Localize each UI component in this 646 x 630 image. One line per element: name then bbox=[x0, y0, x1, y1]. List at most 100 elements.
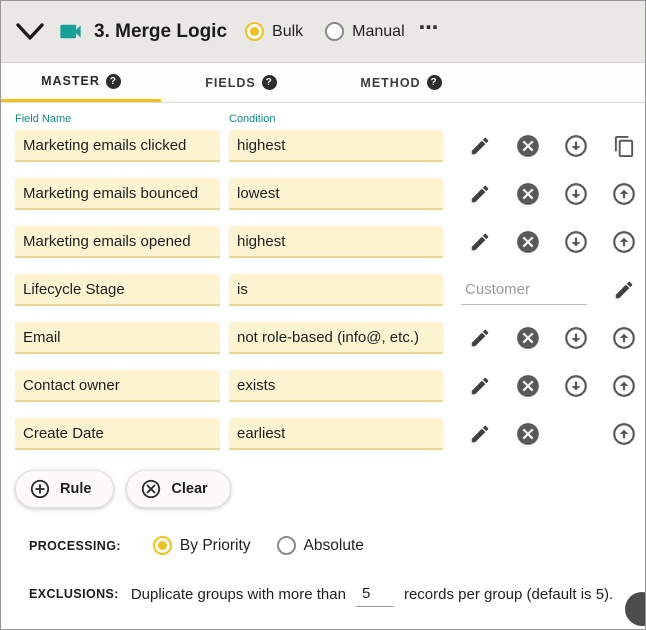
edit-icon[interactable] bbox=[467, 229, 493, 255]
rule-row: Marketing emails clicked highest bbox=[1, 130, 645, 162]
field-value: Lifecycle Stage bbox=[23, 280, 125, 298]
field-input[interactable]: Lifecycle Stage bbox=[15, 274, 220, 306]
help-icon[interactable]: ? bbox=[426, 75, 442, 90]
radio-bulk[interactable] bbox=[245, 22, 265, 41]
move-up-icon[interactable] bbox=[611, 421, 637, 447]
radio-absolute[interactable] bbox=[276, 536, 296, 555]
exclusions-label: EXCLUSIONS: bbox=[29, 587, 119, 601]
remove-icon[interactable] bbox=[515, 325, 541, 351]
remove-icon[interactable] bbox=[515, 373, 541, 399]
radio-manual-label: Manual bbox=[352, 22, 405, 40]
condition-value: exists bbox=[237, 376, 276, 394]
move-up-icon[interactable] bbox=[611, 373, 637, 399]
rule-row: Email not role-based (info@, etc.) bbox=[1, 322, 645, 354]
move-down-icon[interactable] bbox=[563, 325, 589, 351]
radio-manual[interactable] bbox=[325, 22, 345, 41]
condition-value: highest bbox=[237, 136, 286, 154]
merge-logic-panel: 3. Merge Logic Bulk Manual ⋯ MASTER ? FI… bbox=[0, 0, 646, 630]
condition-value: earliest bbox=[237, 424, 286, 442]
panel-header: 3. Merge Logic Bulk Manual ⋯ bbox=[1, 1, 645, 63]
condition-input[interactable]: not role-based (info@, etc.) bbox=[229, 322, 443, 354]
condition-column-header: Condition bbox=[229, 113, 276, 125]
edit-icon[interactable] bbox=[467, 325, 493, 351]
field-input[interactable]: Email bbox=[15, 322, 220, 354]
rules-table: Field Name Condition Marketing emails cl… bbox=[1, 103, 645, 607]
remove-icon[interactable] bbox=[515, 421, 541, 447]
condition-input[interactable]: is bbox=[229, 274, 443, 306]
lifecycle-value-input[interactable]: Customer bbox=[461, 275, 587, 305]
add-rule-button[interactable]: Rule bbox=[15, 470, 115, 508]
processing-label: PROCESSING: bbox=[29, 538, 121, 553]
edge-handle-button[interactable] bbox=[625, 592, 645, 626]
remove-icon[interactable] bbox=[515, 133, 541, 159]
column-headers: Field Name Condition bbox=[1, 113, 645, 125]
field-input[interactable]: Marketing emails bounced bbox=[15, 178, 220, 210]
condition-input[interactable]: highest bbox=[229, 226, 443, 258]
condition-input[interactable]: lowest bbox=[229, 178, 443, 210]
exclusions-row: EXCLUSIONS: Duplicate groups with more t… bbox=[29, 581, 645, 607]
condition-input[interactable]: earliest bbox=[229, 418, 443, 450]
condition-value: lowest bbox=[237, 184, 280, 202]
mode-option-bulk[interactable]: Bulk bbox=[245, 22, 303, 41]
radio-bulk-label: Bulk bbox=[272, 22, 304, 40]
clear-button[interactable]: Clear bbox=[126, 470, 231, 508]
field-value: Marketing emails bounced bbox=[23, 184, 199, 202]
tab-fields[interactable]: FIELDS ? bbox=[161, 63, 321, 102]
field-input[interactable]: Marketing emails opened bbox=[15, 226, 220, 258]
move-up-icon[interactable] bbox=[611, 325, 637, 351]
tab-method[interactable]: METHOD ? bbox=[321, 63, 481, 102]
edit-icon[interactable] bbox=[467, 133, 493, 159]
edit-icon[interactable] bbox=[467, 373, 493, 399]
button-row: Rule Clear bbox=[15, 470, 645, 508]
tab-master-label: MASTER bbox=[41, 74, 100, 88]
field-input[interactable]: Marketing emails clicked bbox=[15, 130, 220, 162]
tab-fields-label: FIELDS bbox=[205, 75, 256, 90]
exclusions-text-after: records per group (default is 5). bbox=[403, 585, 614, 603]
help-icon[interactable]: ? bbox=[105, 73, 121, 89]
add-rule-label: Rule bbox=[60, 481, 92, 497]
move-up-icon[interactable] bbox=[611, 229, 637, 255]
duplicate-icon[interactable] bbox=[611, 133, 637, 159]
by-priority-label: By Priority bbox=[179, 536, 251, 554]
condition-input[interactable]: highest bbox=[229, 130, 443, 162]
condition-input[interactable]: exists bbox=[229, 370, 443, 402]
tab-master[interactable]: MASTER ? bbox=[1, 63, 161, 102]
row-actions bbox=[467, 133, 637, 159]
radio-by-priority[interactable] bbox=[152, 536, 172, 555]
row-actions bbox=[467, 421, 637, 447]
move-down-icon[interactable] bbox=[563, 373, 589, 399]
panel-title: 3. Merge Logic bbox=[94, 20, 228, 42]
row-actions bbox=[467, 229, 637, 255]
lifecycle-value: Customer bbox=[465, 281, 531, 298]
mode-radio-group: Bulk Manual bbox=[245, 22, 405, 41]
move-down-icon[interactable] bbox=[563, 181, 589, 207]
edit-icon[interactable] bbox=[467, 181, 493, 207]
clear-icon bbox=[140, 478, 162, 500]
exclusions-count-input[interactable]: 5 bbox=[355, 581, 394, 607]
processing-option-absolute[interactable]: Absolute bbox=[276, 536, 364, 555]
exclusions-text-before: Duplicate groups with more than bbox=[130, 585, 346, 603]
field-value: Marketing emails clicked bbox=[23, 136, 187, 154]
help-icon[interactable]: ? bbox=[261, 75, 277, 90]
field-value: Marketing emails opened bbox=[23, 232, 191, 250]
edit-icon[interactable] bbox=[611, 277, 637, 303]
mode-option-manual[interactable]: Manual bbox=[325, 22, 405, 41]
tab-bar: MASTER ? FIELDS ? METHOD ? bbox=[1, 63, 645, 103]
remove-icon[interactable] bbox=[515, 229, 541, 255]
condition-value: highest bbox=[237, 232, 286, 250]
collapse-chevron-icon[interactable] bbox=[15, 19, 49, 45]
field-name-column-header: Field Name bbox=[15, 113, 72, 125]
edit-icon[interactable] bbox=[467, 421, 493, 447]
overflow-menu-icon[interactable]: ⋯ bbox=[419, 18, 440, 41]
rule-row: Lifecycle Stage is Customer bbox=[1, 274, 645, 306]
processing-option-by-priority[interactable]: By Priority bbox=[152, 536, 251, 555]
field-value: Create Date bbox=[23, 424, 104, 442]
field-input[interactable]: Contact owner bbox=[15, 370, 220, 402]
processing-radio-group: By Priority Absolute bbox=[152, 536, 364, 555]
row-actions bbox=[467, 325, 637, 351]
remove-icon[interactable] bbox=[515, 181, 541, 207]
move-down-icon[interactable] bbox=[563, 229, 589, 255]
move-down-icon[interactable] bbox=[563, 133, 589, 159]
move-up-icon[interactable] bbox=[611, 181, 637, 207]
field-input[interactable]: Create Date bbox=[15, 418, 220, 450]
